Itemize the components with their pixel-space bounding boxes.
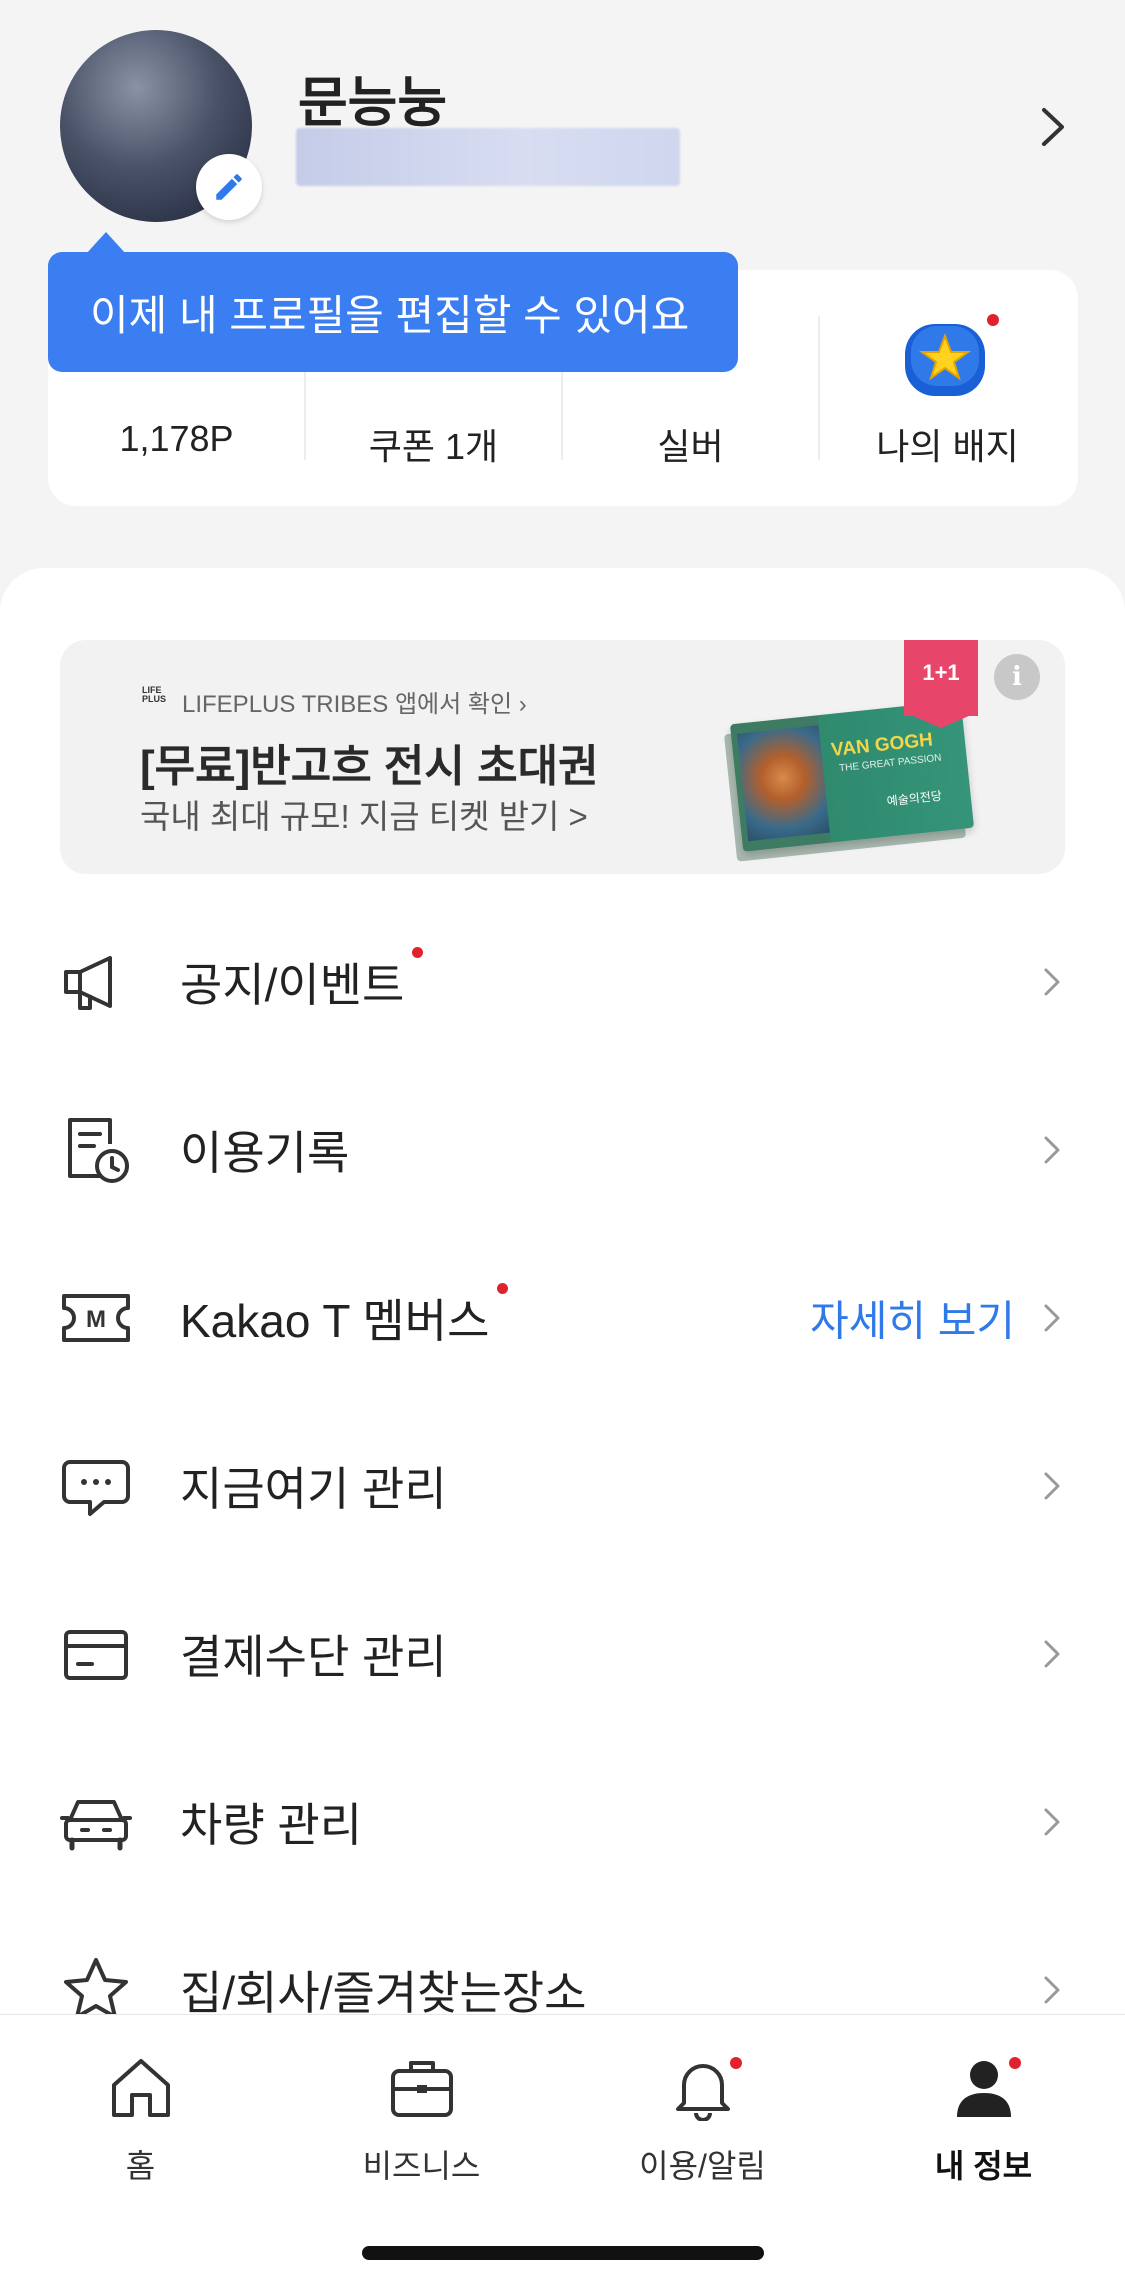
menu-label: 지금여기 관리 xyxy=(180,1463,447,1515)
profile-name: 문능눙 xyxy=(298,73,448,133)
menu-item-payment-methods[interactable]: 결제수단 관리 xyxy=(0,1570,1125,1738)
notification-dot xyxy=(497,1283,509,1294)
lifeplus-logo: LIFE PLUS xyxy=(142,685,167,704)
promo-badge: 1+1 xyxy=(904,640,978,716)
notification-dot xyxy=(730,2057,742,2069)
chevron-right-icon xyxy=(1044,1472,1060,1500)
svg-text:M: M xyxy=(86,1306,106,1333)
chevron-right-icon xyxy=(1044,1304,1060,1332)
notification-dot xyxy=(412,947,424,958)
edit-profile-button[interactable] xyxy=(196,154,262,220)
briefcase-icon xyxy=(390,2061,453,2117)
notification-dot xyxy=(987,314,999,326)
info-icon[interactable]: i xyxy=(994,654,1040,700)
edit-profile-tooltip[interactable]: 이제 내 프로필을 편집할 수 있어요 xyxy=(48,252,738,372)
menu-item-vehicles[interactable]: 차량 관리 xyxy=(0,1738,1125,1906)
pencil-icon xyxy=(216,174,242,200)
chevron-right-icon[interactable] xyxy=(1036,106,1072,148)
menu-label: 공지/이벤트 xyxy=(180,959,405,1011)
menu-label: 차량 관리 xyxy=(180,1799,363,1851)
chevron-right-icon xyxy=(1044,1808,1060,1836)
megaphone-icon xyxy=(64,956,112,1010)
bell-icon xyxy=(675,2064,730,2121)
menu-item-here-now[interactable]: 지금여기 관리 xyxy=(0,1402,1125,1570)
stat-badges[interactable]: 나의 배지 xyxy=(819,270,1076,506)
car-icon xyxy=(60,1800,132,1851)
notification-dot xyxy=(1009,2057,1021,2069)
banner-subtitle: 국내 최대 규모! 지금 티켓 받기 > xyxy=(140,798,588,835)
view-details-link[interactable]: 자세히 보기 xyxy=(810,1288,1015,1349)
menu-label: Kakao T 멤버스 xyxy=(180,1295,490,1347)
nav-notifications[interactable]: 이용/알림 xyxy=(562,2035,843,2185)
menu-item-notice-event[interactable]: 공지/이벤트 xyxy=(0,898,1125,1066)
banner-source: LIFEPLUS TRIBES 앱에서 확인 › xyxy=(182,691,527,718)
nav-business[interactable]: 비즈니스 xyxy=(281,2035,562,2185)
profile-subtitle-redacted xyxy=(296,128,680,186)
promo-badge-tail xyxy=(904,712,978,728)
history-icon xyxy=(68,1118,129,1183)
chevron-right-icon xyxy=(1044,1136,1060,1164)
profile-header: 문능눙 1,178P 쿠폰 1개 실버 나의 배지 이제 내 프로필을 편집할 … xyxy=(0,0,1125,560)
tooltip-arrow xyxy=(86,232,126,254)
chevron-right-icon xyxy=(1044,1976,1060,2004)
chat-bubble-icon xyxy=(62,1460,130,1516)
nav-home[interactable]: 홈 xyxy=(0,2035,281,2185)
home-indicator xyxy=(362,2246,764,2260)
menu-sheet: LIFE PLUS LIFEPLUS TRIBES 앱에서 확인 › [무료]반고… xyxy=(0,568,1125,2068)
person-icon xyxy=(956,2061,1011,2117)
card-icon xyxy=(64,1630,128,1680)
van-gogh-portrait xyxy=(736,725,830,842)
membership-icon: M xyxy=(62,1294,130,1342)
bottom-nav: 홈 비즈니스 이용/알림 내 정보 xyxy=(0,2014,1125,2284)
menu-label: 결제수단 관리 xyxy=(180,1631,447,1683)
banner-title: [무료]반고흐 전시 초대권 xyxy=(140,742,599,791)
menu-label: 이용기록 xyxy=(180,1127,350,1179)
menu-item-history[interactable]: 이용기록 xyxy=(0,1066,1125,1234)
nav-my-info[interactable]: 내 정보 xyxy=(843,2035,1124,2185)
home-icon xyxy=(111,2059,170,2117)
chevron-right-icon xyxy=(1044,968,1060,996)
star-badge-icon xyxy=(905,324,985,396)
menu-item-kakao-t-members[interactable]: M Kakao T 멤버스 자세히 보기 xyxy=(0,1234,1125,1402)
promo-banner[interactable]: LIFE PLUS LIFEPLUS TRIBES 앱에서 확인 › [무료]반고… xyxy=(60,640,1065,874)
chevron-right-icon xyxy=(1044,1640,1060,1668)
